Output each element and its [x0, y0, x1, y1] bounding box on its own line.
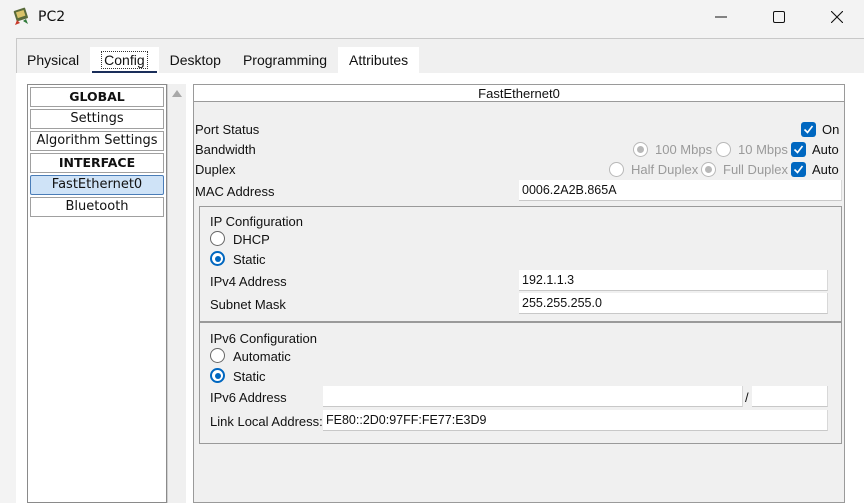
close-icon: [831, 11, 843, 23]
sidebar-item-bluetooth[interactable]: Bluetooth: [30, 197, 164, 217]
panel-title: FastEthernet0: [194, 85, 844, 102]
checkmark-icon: [793, 145, 804, 154]
bandwidth-auto-checkbox[interactable]: [791, 142, 806, 157]
maximize-icon: [773, 11, 785, 23]
port-status-on-label: On: [822, 122, 840, 137]
duplex-auto-label: Auto: [812, 162, 839, 177]
ipv6-static-label: Static: [233, 369, 266, 384]
bandwidth-10-radio[interactable]: [716, 142, 731, 157]
ipv6-prefix-input[interactable]: [752, 386, 828, 407]
close-button[interactable]: [808, 0, 864, 34]
ipv4-address-label: IPv4 Address: [210, 274, 287, 289]
tab-desktop[interactable]: Desktop: [159, 47, 232, 73]
sidebar-item-algorithm-settings[interactable]: Algorithm Settings: [30, 131, 164, 151]
ipv6-prefix-separator: /: [745, 390, 749, 405]
tab-config[interactable]: Config: [90, 47, 159, 74]
maximize-button[interactable]: [750, 0, 808, 34]
duplex-half-label: Half Duplex: [631, 162, 699, 177]
subnet-mask-input[interactable]: 255.255.255.0: [519, 293, 828, 314]
sidebar-header-global: GLOBAL: [30, 87, 164, 107]
ipv4-static-label: Static: [233, 252, 266, 267]
bandwidth-100-label: 100 Mbps: [655, 142, 713, 157]
ipv6-address-label: IPv6 Address: [210, 390, 287, 405]
sidebar-item-fastethernet0[interactable]: FastEthernet0: [30, 175, 164, 195]
link-local-label: Link Local Address:: [210, 414, 323, 429]
checkmark-icon: [803, 125, 814, 134]
dhcp-label: DHCP: [233, 232, 270, 247]
duplex-full-label: Full Duplex: [723, 162, 789, 177]
duplex-full-radio[interactable]: [701, 162, 716, 177]
ipv6-config-title: IPv6 Configuration: [210, 331, 317, 346]
bandwidth-label: Bandwidth: [195, 142, 256, 157]
port-status-label: Port Status: [195, 122, 260, 137]
checkmark-icon: [793, 165, 804, 174]
duplex-half-radio[interactable]: [609, 162, 624, 177]
ipv4-static-radio[interactable]: [210, 251, 225, 266]
title-bar: PC2: [0, 0, 864, 34]
ipv6-static-radio[interactable]: [210, 368, 225, 383]
sidebar-item-settings[interactable]: Settings: [30, 109, 164, 129]
bandwidth-10-label: 10 Mbps: [738, 142, 788, 157]
duplex-auto-checkbox[interactable]: [791, 162, 806, 177]
ipv6-address-input[interactable]: [323, 386, 743, 407]
mac-address-field[interactable]: 0006.2A2B.865A: [519, 180, 842, 201]
bandwidth-auto-label: Auto: [812, 142, 839, 157]
sidebar-scrollbar[interactable]: [167, 84, 186, 503]
minimize-icon: [715, 16, 727, 18]
scroll-up-arrow-icon[interactable]: [172, 90, 182, 97]
minimize-button[interactable]: [692, 0, 750, 34]
ipv6-automatic-label: Automatic: [233, 349, 291, 364]
bandwidth-100-radio[interactable]: [633, 142, 648, 157]
subnet-mask-label: Subnet Mask: [210, 297, 286, 312]
pc-app-icon: [12, 7, 32, 27]
port-status-on-checkbox[interactable]: [801, 122, 816, 137]
tab-attributes[interactable]: Attributes: [338, 47, 420, 73]
tab-bar: Physical Config Desktop Programming Attr…: [16, 47, 420, 74]
ip-config-title: IP Configuration: [210, 214, 303, 229]
tab-physical[interactable]: Physical: [16, 47, 90, 73]
mac-address-label: MAC Address: [195, 184, 275, 199]
window-title: PC2: [38, 9, 66, 25]
link-local-address-field[interactable]: FE80::2D0:97FF:FE77:E3D9: [323, 410, 828, 431]
duplex-label: Duplex: [195, 162, 236, 177]
sidebar: GLOBAL Settings Algorithm Settings INTER…: [27, 84, 167, 503]
sidebar-header-interface: INTERFACE: [30, 153, 164, 173]
dhcp-radio[interactable]: [210, 231, 225, 246]
ipv6-automatic-radio[interactable]: [210, 348, 225, 363]
tab-programming[interactable]: Programming: [232, 47, 338, 73]
ipv4-address-input[interactable]: 192.1.1.3: [519, 270, 828, 291]
